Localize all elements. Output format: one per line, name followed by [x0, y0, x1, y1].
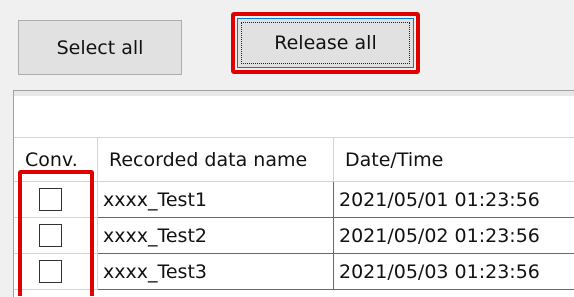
date-time-value: 2021/05/03 01:23:56	[339, 260, 540, 283]
table-row[interactable]: xxxx_Test3 2021/05/03 01:23:56	[14, 254, 574, 290]
conv-column-highlight	[18, 170, 94, 296]
recorded-data-name: xxxx_Test1	[103, 188, 207, 211]
date-time-value: 2021/05/01 01:23:56	[339, 188, 540, 211]
column-header-conv-label: Conv.	[25, 148, 78, 171]
date-time-cell[interactable]: 2021/05/01 01:23:56	[334, 182, 574, 218]
column-header-date-time[interactable]: Date/Time	[334, 138, 574, 182]
date-time-cell[interactable]: 2021/05/02 01:23:56	[334, 218, 574, 254]
recorded-data-name: xxxx_Test3	[103, 260, 207, 283]
grid-header-band	[14, 91, 574, 96]
column-header-date-label: Date/Time	[345, 148, 444, 171]
recorded-data-name-cell[interactable]: xxxx_Test1	[98, 182, 334, 218]
select-all-button[interactable]: Select all	[18, 20, 182, 75]
date-time-value: 2021/05/02 01:23:56	[339, 224, 540, 247]
recorded-data-grid[interactable]: Conv. Recorded data name Date/Time xxxx_…	[13, 90, 574, 297]
recorded-data-name-cell[interactable]: xxxx_Test2	[98, 218, 334, 254]
select-all-label: Select all	[56, 36, 144, 59]
grid-group-header	[14, 91, 574, 138]
table-row[interactable]: xxxx_Test2 2021/05/02 01:23:56	[14, 218, 574, 254]
release-all-highlight	[231, 12, 420, 74]
table-row[interactable]: xxxx_Test1 2021/05/01 01:23:56	[14, 182, 574, 218]
recorded-data-name: xxxx_Test2	[103, 224, 207, 247]
column-header-recorded-data-name[interactable]: Recorded data name	[98, 138, 334, 182]
date-time-cell[interactable]: 2021/05/03 01:23:56	[334, 254, 574, 290]
recorded-data-name-cell[interactable]: xxxx_Test3	[98, 254, 334, 290]
column-header-name-label: Recorded data name	[109, 148, 308, 171]
